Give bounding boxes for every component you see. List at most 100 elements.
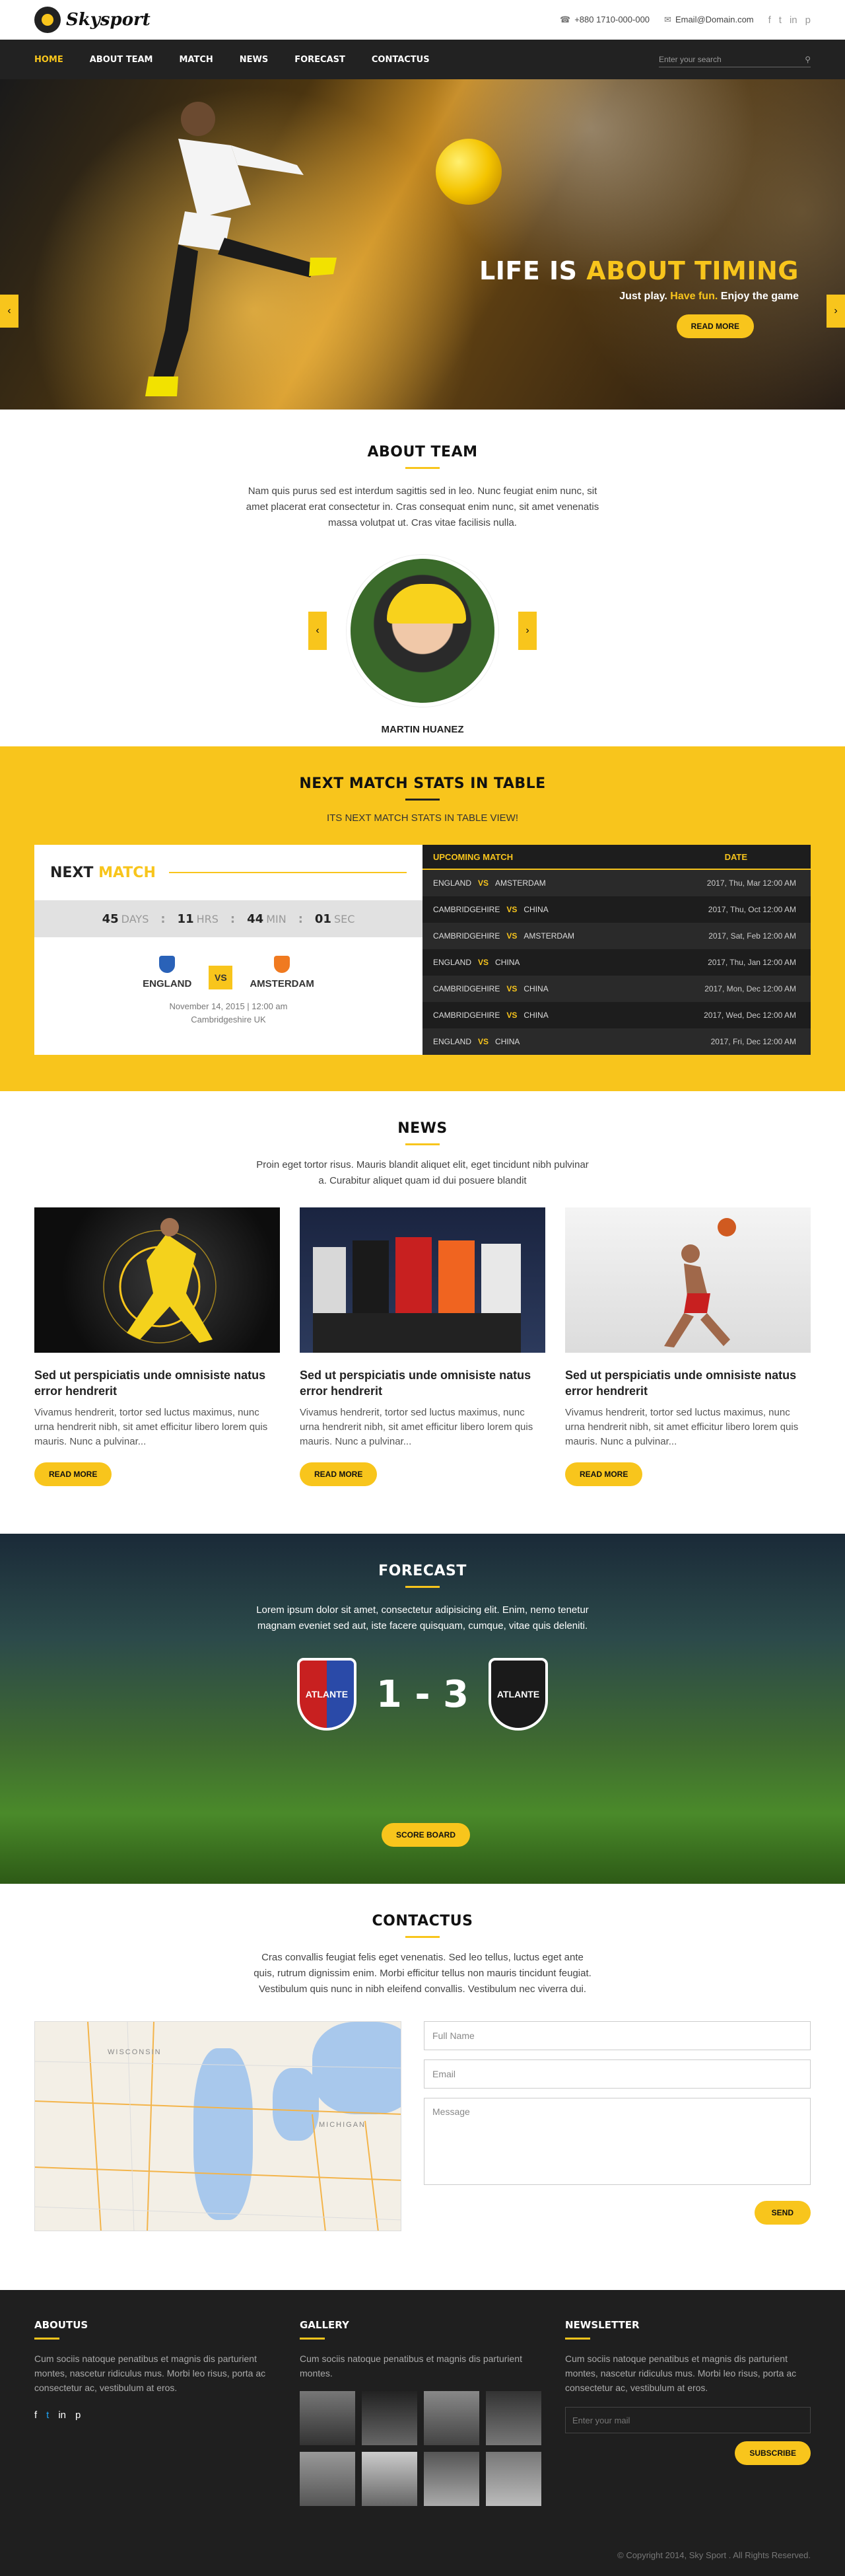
team-a: ENGLAND [433,958,472,967]
nav-item-news[interactable]: NEWS [240,55,268,65]
stats-box: NEXT MATCH 45 DAYS : 11 HRS : 44 MIN : 01 SE… [34,845,811,1055]
linkedin-icon[interactable]: in [58,2410,66,2421]
gallery-grid [300,2391,545,2506]
nav-item-match[interactable]: MATCH [179,55,213,65]
email-info[interactable]: ✉ Email@Domain.com [664,15,754,25]
table-row[interactable]: ENGLAND VS CHINA 2017, Thu, Jan 12:00 AM [422,949,811,976]
facebook-icon[interactable]: f [768,15,771,26]
nav-item-contactus[interactable]: CONTACTUS [372,55,430,65]
news-image-team[interactable] [300,1207,545,1353]
footer-newsletter-title: NEWSLETTER [565,2319,640,2331]
team-a: CAMBRIDGEHIRE [433,905,500,914]
countdown-hrs: 11 HRS [178,912,219,926]
hero-player-image [145,102,337,396]
score-board-button[interactable]: SCORE BOARD [382,1823,471,1847]
full-name-field[interactable]: Full Name [424,2021,811,2050]
team-a-name: ATLANTE [305,1689,349,1699]
days-label: DAYS [121,912,149,925]
hero-next-arrow[interactable]: › [827,295,845,328]
table-row[interactable]: CAMBRIDGEHIRE VS CHINA 2017, Wed, Dec 12:00… [422,1002,811,1028]
table-row[interactable]: CAMBRIDGEHIRE VS AMSTERDAM 2017, Sat, Feb 1… [422,923,811,949]
hero-slider: LIFE IS ABOUT TIMING Just play. Have fun… [0,79,845,410]
news-read-more-button[interactable]: READ MORE [300,1462,378,1486]
news-read-more-button[interactable]: READ MORE [565,1462,643,1486]
table-row[interactable]: CAMBRIDGEHIRE VS CHINA 2017, Thu, Oct 12:00… [422,896,811,923]
gallery-thumb[interactable] [424,2391,479,2445]
gallery-thumb[interactable] [300,2391,355,2445]
contact-underline [405,1936,440,1938]
sec-value: 01 [314,912,331,926]
table-row[interactable]: CAMBRIDGEHIRE VS CHINA 2017, Mon, Dec 12:00… [422,976,811,1002]
nav-item-forecast[interactable]: FORECAST [294,55,345,65]
row-vs: VS [478,878,489,888]
hero-read-more-button[interactable]: READ MORE [676,314,754,338]
gallery-thumb[interactable] [424,2452,479,2506]
team-b: CHINA [495,958,520,967]
about-title: ABOUT TEAM [367,444,478,460]
nav-item-home[interactable]: HOME [34,55,63,65]
pinterest-icon[interactable]: p [75,2410,81,2421]
news-image-basketball[interactable] [565,1207,811,1353]
main-nav: HOME ABOUT TEAM MATCH NEWS FORECAST CONT… [0,40,845,79]
news-card-title[interactable]: Sed ut perspiciatis unde omnisiste natus… [34,1367,280,1399]
forecast-scoreboard: ATLANTE 1 - 3 ATLANTE [0,1658,845,1731]
copyright: © Copyright 2014, Sky Sport . All Rights… [617,2550,811,2560]
gallery-thumb[interactable] [486,2452,541,2506]
forecast-title: FORECAST [378,1563,467,1579]
gallery-thumb[interactable] [362,2391,417,2445]
news-read-more-button[interactable]: READ MORE [34,1462,112,1486]
news-card-title[interactable]: Sed ut perspiciatis unde omnisiste natus… [300,1367,545,1399]
hero-prev-arrow[interactable]: ‹ [0,295,18,328]
email-field[interactable]: Email [424,2059,811,2089]
search-input[interactable]: Enter your search ⚲ [659,52,811,67]
search-icon[interactable]: ⚲ [805,55,811,64]
pinterest-icon[interactable]: p [805,15,811,26]
contact-map[interactable]: WISCONSIN MICHIGAN [34,2021,401,2231]
countdown-sep: : [298,912,303,926]
twitter-icon[interactable]: t [46,2410,49,2421]
coach-prev-arrow[interactable]: ‹ [308,612,327,650]
newsletter-email-input[interactable]: Enter your mail [565,2407,811,2433]
news-title: NEWS [397,1120,448,1137]
gallery-thumb[interactable] [486,2391,541,2445]
home-team-name: ENGLAND [143,978,192,989]
gallery-thumb[interactable] [300,2452,355,2506]
footer-about: ABOUTUS Cum sociis natoque penatibus et … [34,2319,280,2506]
hero-sub-b: Have fun. [670,291,718,302]
team-b: CHINA [524,984,549,993]
linkedin-icon[interactable]: in [790,15,797,26]
coach-photo [347,555,498,707]
news-card-text: Vivamus hendrerit, tortor sed luctus max… [300,1407,533,1447]
map-label-wisconsin: WISCONSIN [108,2048,162,2056]
countdown-sep: : [230,912,236,926]
send-button[interactable]: SEND [754,2201,811,2225]
home-crest-icon [159,956,176,973]
gallery-thumb[interactable] [362,2452,417,2506]
news-underline [405,1143,440,1145]
table-row[interactable]: ENGLAND VS AMSTERDAM 2017, Thu, Mar 12:00 A… [422,870,811,896]
row-vs: VS [506,905,518,914]
news-card: Sed ut perspiciatis unde omnisiste natus… [300,1207,545,1486]
logo[interactable]: Skysport [34,7,151,33]
news-image-footballer[interactable] [34,1207,280,1353]
facebook-icon[interactable]: f [34,2410,37,2421]
table-row[interactable]: ENGLAND VS CHINA 2017, Fri, Dec 12:00 AM [422,1028,811,1055]
twitter-icon[interactable]: t [779,15,782,26]
coach-name: MARTIN HUANEZ [381,724,464,735]
team-a: CAMBRIDGEHIRE [433,1011,500,1020]
team-b: CHINA [495,1037,520,1046]
countdown-sep: : [160,912,166,926]
message-field[interactable]: Message [424,2098,811,2185]
email-text: Email@Domain.com [675,15,754,24]
footer-about-title: ABOUTUS [34,2319,88,2331]
top-bar: Skysport ☎ +880 1710-000-000 ✉ Email@Domai… [0,0,845,40]
news-image-art [313,1237,521,1353]
forecast-underline [405,1586,440,1588]
subscribe-button[interactable]: SUBSCRIBE [735,2441,811,2465]
coach-next-arrow[interactable]: › [518,612,537,650]
news-card-title[interactable]: Sed ut perspiciatis unde omnisiste natus… [565,1367,811,1399]
next-match-line [168,872,407,873]
hrs-label: HRS [196,912,219,925]
nav-item-about-team[interactable]: ABOUT TEAM [90,55,153,65]
forecast-text: Lorem ipsum dolor sit amet, consectetur … [256,1604,589,1631]
